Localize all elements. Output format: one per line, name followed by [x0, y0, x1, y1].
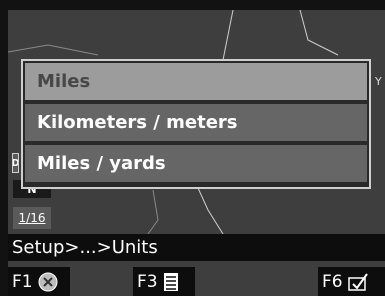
map-edge-label: D — [12, 153, 19, 173]
units-option-miles-yards[interactable]: Miles / yards — [25, 145, 367, 182]
units-option-kilometers-meters[interactable]: Kilometers / meters — [25, 104, 367, 141]
confirm-check-icon — [347, 273, 368, 291]
map-scale-label[interactable]: 1/16 — [13, 207, 51, 229]
device-frame: D N 1/16 Y Miles Kilometers / meters Mil… — [0, 0, 385, 296]
f1-cancel-button[interactable]: F1 — [8, 267, 70, 296]
f6-confirm-button[interactable]: F6 — [318, 267, 385, 296]
f3-key-label: F3 — [137, 272, 158, 292]
units-option-miles[interactable]: Miles — [25, 63, 367, 100]
map-right-edge-label: Y — [375, 75, 382, 88]
f6-key-label: F6 — [322, 272, 343, 292]
f3-list-button[interactable]: F3 — [133, 267, 195, 296]
cancel-circle-icon — [38, 272, 58, 292]
f1-key-label: F1 — [12, 272, 33, 292]
breadcrumb: Setup>...>Units — [8, 234, 385, 261]
display-screen: D N 1/16 Y Miles Kilometers / meters Mil… — [8, 10, 385, 296]
function-key-bar: F1 F3 F6 — [8, 263, 385, 296]
list-document-icon — [163, 273, 178, 291]
units-menu: Miles Kilometers / meters Miles / yards — [21, 59, 371, 189]
